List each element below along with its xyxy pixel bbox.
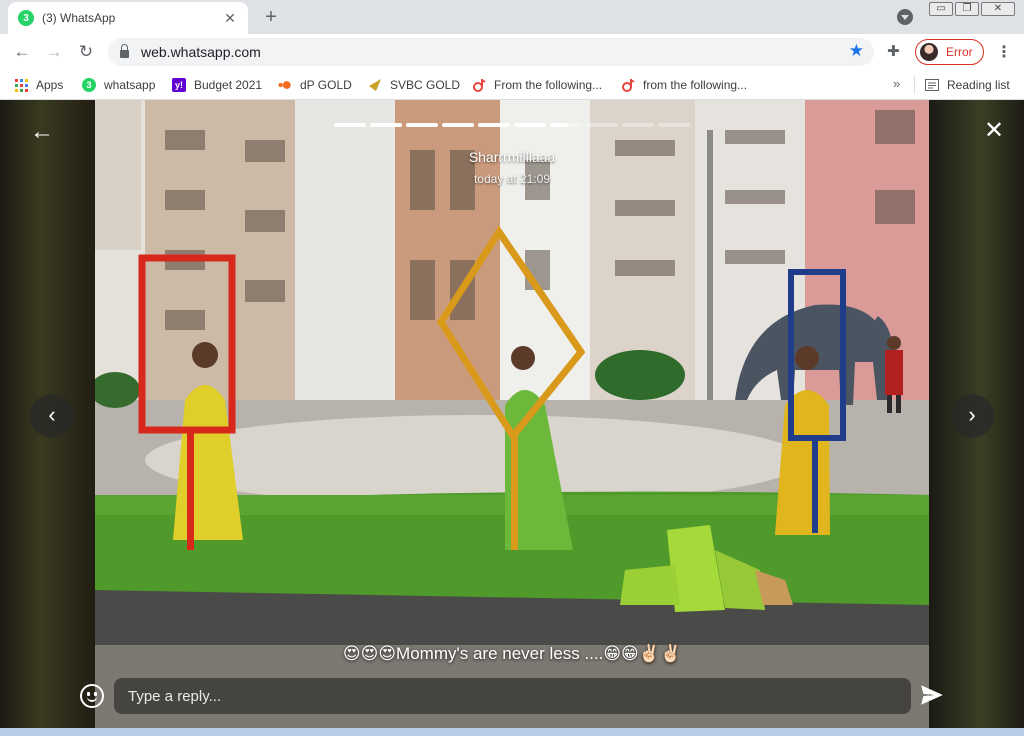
status-photo-image	[95, 100, 929, 736]
send-icon[interactable]	[919, 682, 945, 708]
bookmarks-divider	[914, 76, 915, 94]
forward-arrow-icon[interactable]: →	[44, 42, 64, 62]
emoji-mouth	[87, 696, 97, 702]
poster-name: Sharrrmilllaaa	[468, 149, 556, 165]
status-viewer: Sharrrmilllaaa today at 21:09 ← ✕ ‹ › 😍😍…	[0, 100, 1024, 736]
tab-title: (3) WhatsApp	[42, 11, 116, 25]
address-bar[interactable]: web.whatsapp.com ★	[108, 38, 874, 66]
bookmark-from-following-2[interactable]: from the following...	[621, 76, 747, 94]
progress-segment	[586, 123, 618, 127]
reply-bar	[0, 678, 1024, 718]
bookmark-label: SVBC GOLD	[390, 78, 461, 92]
reading-list-button[interactable]: Reading list	[925, 76, 1010, 94]
bookmark-star-icon[interactable]: ★	[849, 41, 864, 61]
bookmark-dp-gold[interactable]: dP GOLD	[278, 76, 352, 94]
bookmark-svbc-gold[interactable]: SVBC GOLD	[368, 76, 460, 94]
bookmark-whatsapp[interactable]: 3 whatsapp	[82, 76, 155, 94]
profile-error-label: Error	[946, 45, 973, 59]
next-status-button[interactable]: ›	[950, 394, 994, 438]
tab-search-icon[interactable]	[897, 9, 913, 25]
avatar	[920, 43, 938, 61]
bookmark-label: Budget 2021	[194, 78, 263, 92]
progress-segment	[514, 123, 546, 127]
close-icon[interactable]: ✕	[982, 119, 1006, 143]
svbc-icon	[368, 78, 382, 92]
bookmark-budget-2021[interactable]: y! Budget 2021	[172, 76, 262, 94]
bookmark-label: whatsapp	[104, 78, 156, 92]
back-arrow-icon[interactable]: ←	[30, 120, 54, 144]
bookmark-label: From the following...	[494, 78, 603, 92]
bookmark-apps[interactable]: Apps	[14, 76, 63, 94]
profile-button[interactable]: Error	[915, 39, 984, 65]
status-progress-bar	[334, 123, 690, 128]
url-text: web.whatsapp.com	[141, 44, 261, 60]
browser-toolbar: ← → ↻ web.whatsapp.com ★ ✚ Error ⋮	[0, 34, 1024, 70]
progress-segment	[478, 123, 510, 127]
reload-icon[interactable]: ↻	[76, 42, 96, 62]
whatsapp-icon: 3	[82, 78, 96, 92]
progress-segment	[442, 123, 474, 127]
bookmarks-bar: Apps 3 whatsapp y! Budget 2021 dP GOLD S…	[0, 70, 1024, 100]
tiktok-icon	[472, 78, 486, 92]
tab-strip: 3 (3) WhatsApp ✕ + ▭ ❐ ✕	[0, 0, 1024, 34]
previous-status-button[interactable]: ‹	[30, 394, 74, 438]
reply-input[interactable]	[114, 678, 911, 714]
yahoo-icon: y!	[172, 78, 186, 92]
progress-segment	[658, 123, 690, 127]
progress-segment	[406, 123, 438, 127]
tiktok-icon	[621, 78, 635, 92]
progress-segment	[370, 123, 402, 127]
dp-gold-icon	[278, 78, 292, 92]
new-tab-button[interactable]: +	[260, 6, 282, 29]
progress-segment	[622, 123, 654, 127]
more-bookmarks-button[interactable]: »	[893, 76, 900, 91]
apps-grid-icon	[14, 78, 28, 92]
whatsapp-favicon-icon: 3	[18, 10, 34, 26]
bookmark-label: from the following...	[643, 78, 748, 92]
status-caption: 😍😍😍Mommy's are never less ....😁😁✌🏻✌🏻	[342, 644, 682, 663]
tab-close-icon[interactable]: ✕	[222, 10, 238, 27]
progress-segment	[334, 123, 366, 127]
bookmark-label: Apps	[36, 78, 64, 92]
bookmark-from-following-1[interactable]: From the following...	[472, 76, 602, 94]
reading-list-icon	[925, 78, 939, 92]
tab-whatsapp[interactable]: 3 (3) WhatsApp ✕	[8, 2, 248, 34]
back-arrow-icon[interactable]: ←	[12, 42, 32, 62]
progress-segment	[550, 123, 582, 127]
lock-icon[interactable]	[120, 44, 129, 58]
reading-list-label: Reading list	[947, 78, 1010, 92]
status-photo	[95, 100, 929, 736]
chrome-menu-icon[interactable]: ⋮	[996, 42, 1012, 62]
bookmark-label: dP GOLD	[300, 78, 352, 92]
os-taskbar	[0, 728, 1024, 736]
minimize-button[interactable]: ▭	[929, 2, 953, 16]
status-time: today at 21:09	[473, 172, 551, 186]
restore-button[interactable]: ❐	[955, 2, 979, 16]
emoji-icon[interactable]	[80, 684, 104, 708]
window-close-button[interactable]: ✕	[981, 2, 1015, 16]
extensions-puzzle-icon[interactable]: ✚	[887, 42, 900, 60]
